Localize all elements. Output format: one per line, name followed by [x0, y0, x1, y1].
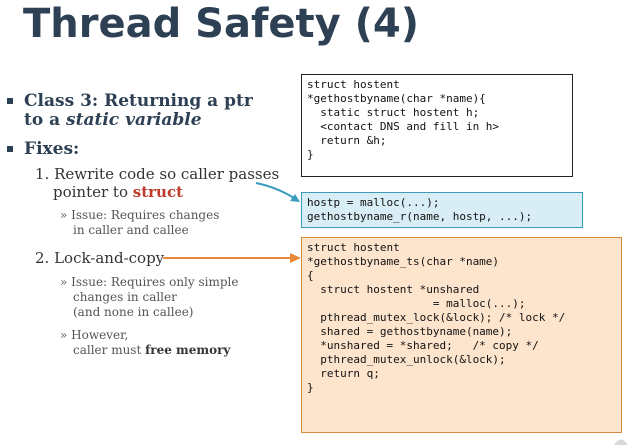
fix2-however-line2: caller must free memory — [73, 343, 231, 357]
slide-title: Thread Safety (4) — [23, 1, 420, 47]
fix2-issue-line2: changes in caller — [73, 290, 177, 304]
code-caller-reentrant: hostp = malloc(...); gethostbyname_r(nam… — [301, 192, 583, 228]
fix1-line1: 1. Rewrite code so caller passes — [35, 165, 280, 183]
fix2-label: 2. Lock-and-copy — [35, 249, 165, 267]
fix1-struct-keyword: struct — [132, 183, 184, 201]
fix1-issue-line1: » Issue: Requires changes — [60, 208, 220, 222]
free-memory-emphasis: free memory — [145, 343, 231, 357]
code-original-gethostbyname: struct hostent *gethostbyname(char *name… — [301, 74, 573, 177]
fix1-issue-line2: in caller and callee — [73, 223, 189, 237]
bullet-square-icon — [7, 146, 13, 152]
arrow-to-caller-code-icon — [255, 182, 300, 202]
bullet-class3-line2: to a static variable — [24, 110, 202, 130]
page-corner-decoration-icon — [614, 439, 628, 445]
code-lock-and-copy: struct hostent *gethostbyname_ts(char *n… — [301, 237, 622, 433]
fix2-issue-line1: » Issue: Requires only simple — [60, 275, 239, 289]
bullet-fixes-label: Fixes: — [24, 139, 80, 159]
fix2-issue-line3: (and none in callee) — [73, 305, 194, 319]
fix2-however-line1: » However, — [60, 328, 129, 342]
bullet-class3-line1: Class 3: Returning a ptr — [24, 91, 253, 111]
arrow-to-lock-copy-code-icon — [163, 253, 301, 263]
fix1-line2: pointer to struct — [53, 183, 184, 201]
bullet-square-icon — [7, 98, 13, 104]
